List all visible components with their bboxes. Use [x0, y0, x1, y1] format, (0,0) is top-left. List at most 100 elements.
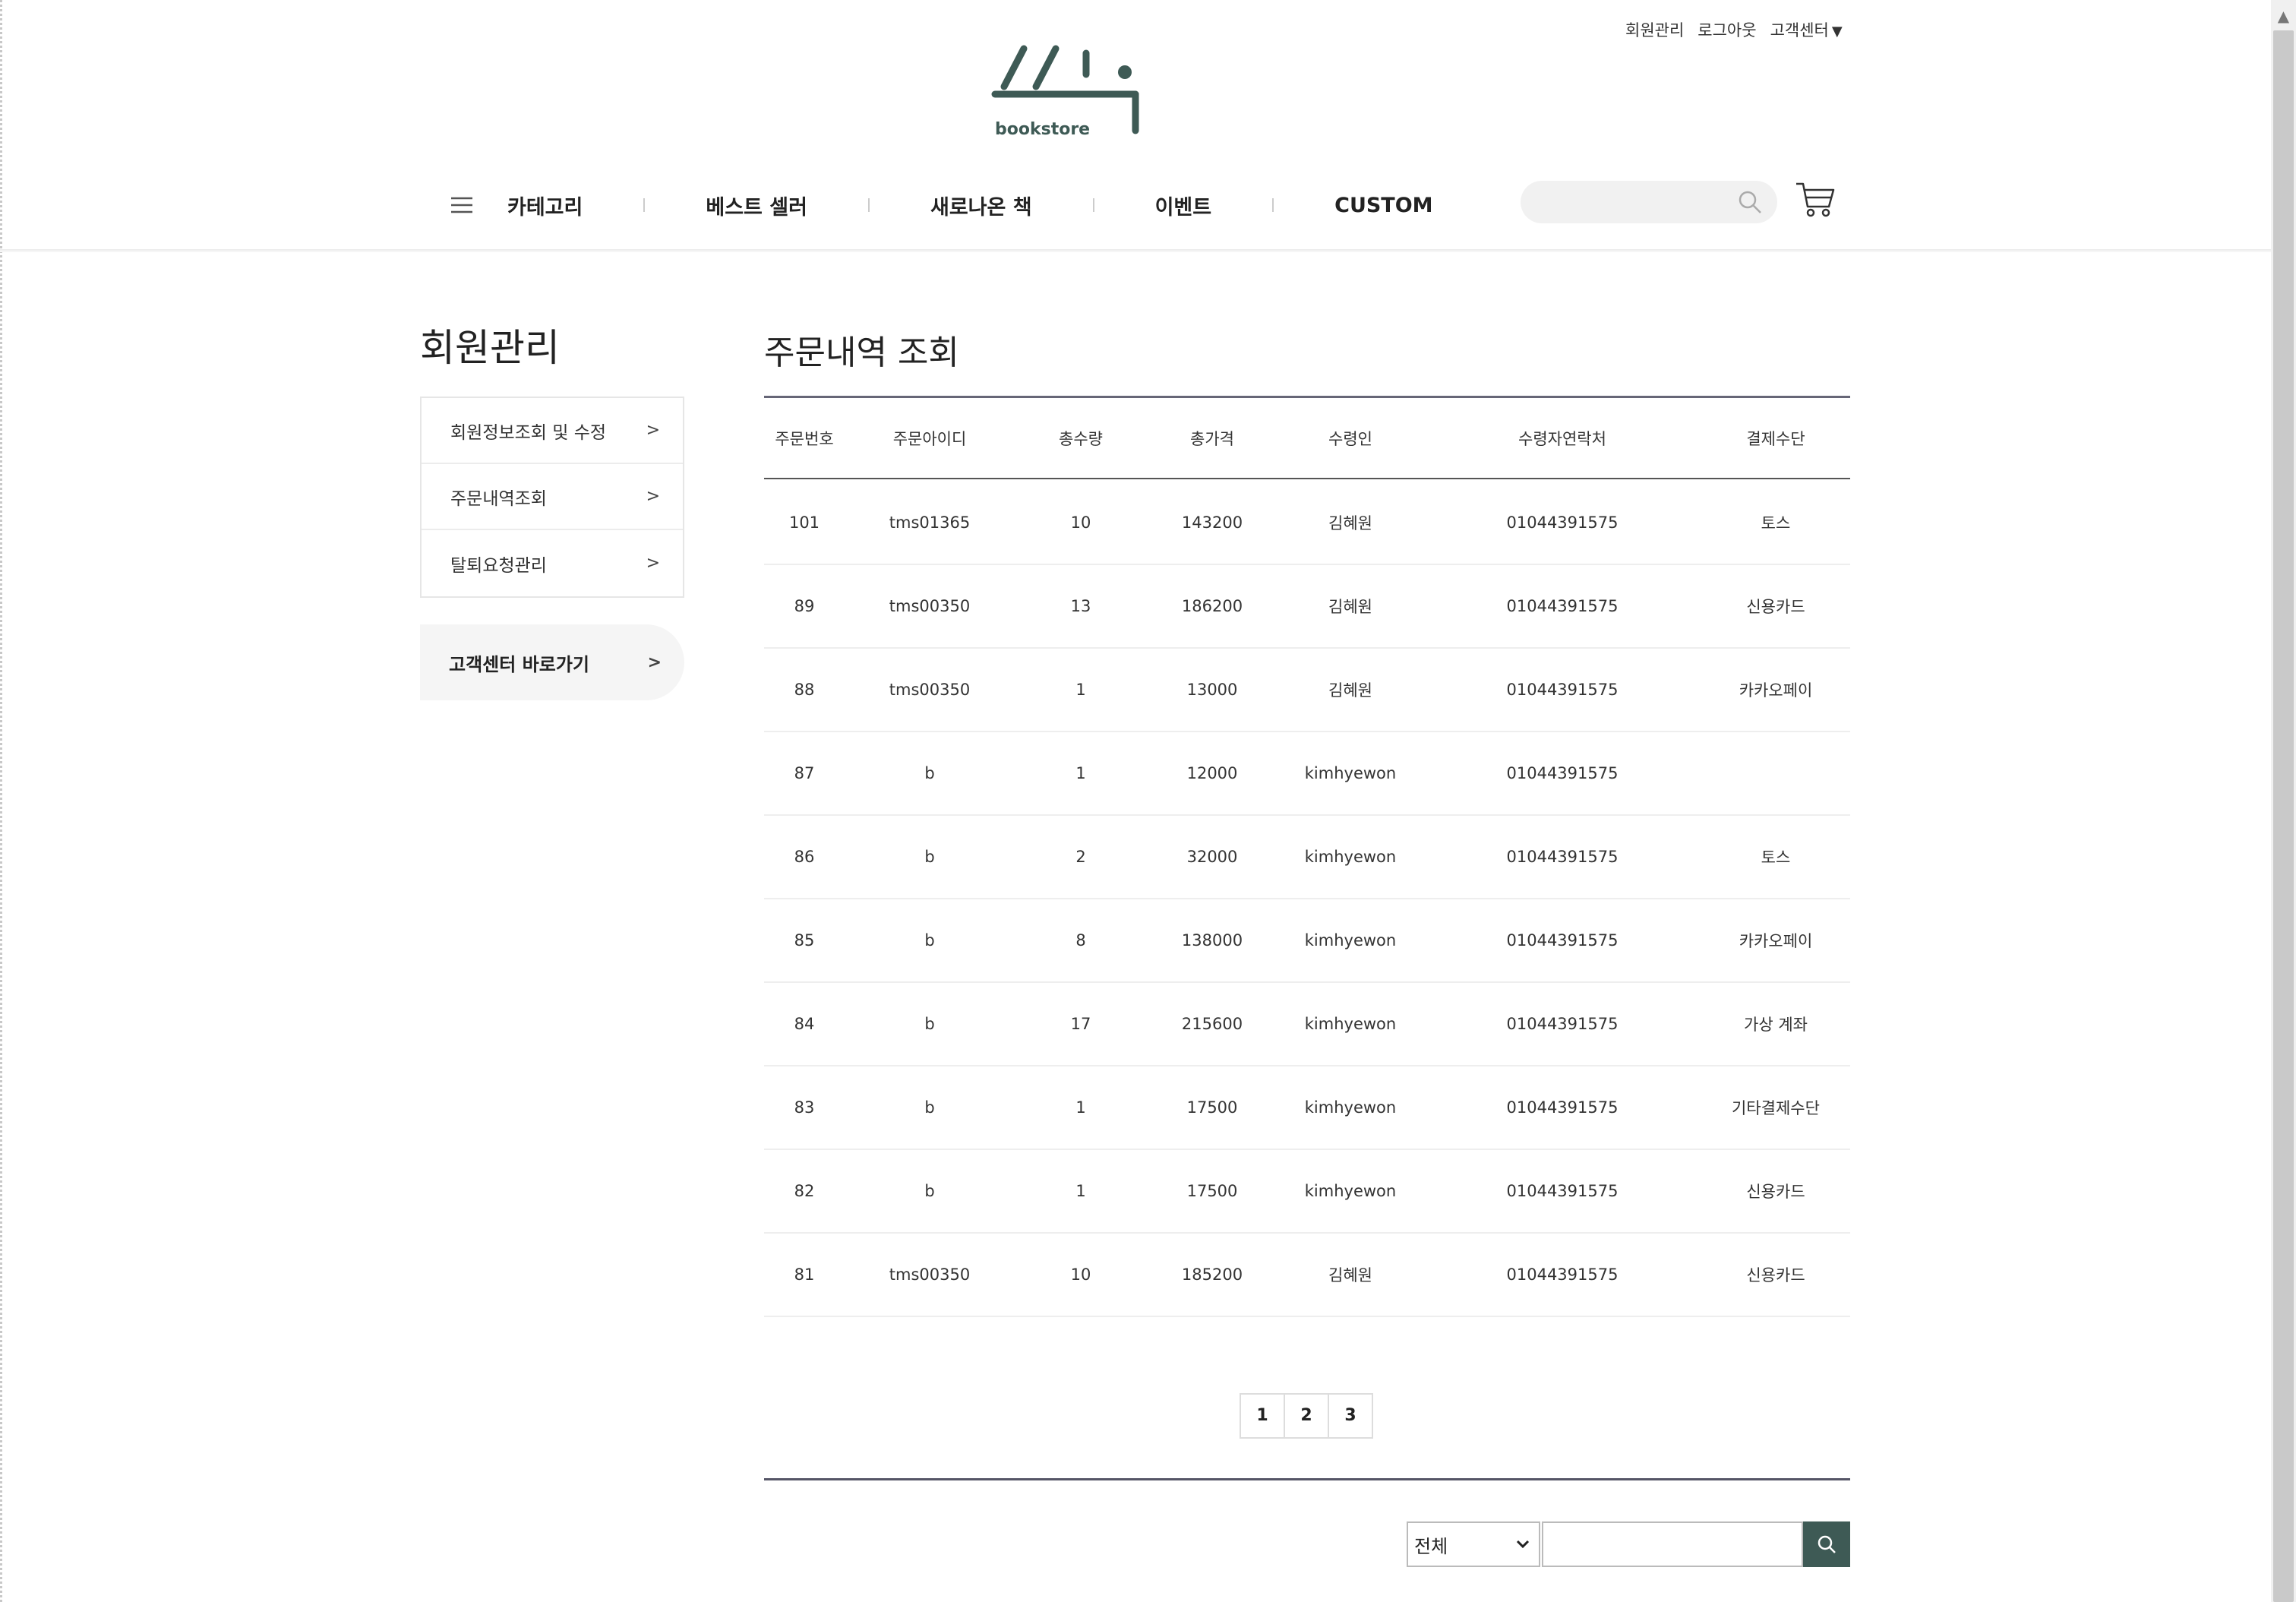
- table-row[interactable]: 82 b 1 17500 kimhyewon 01044391575 신용카드: [764, 1150, 1850, 1234]
- chevron-right-icon: >: [647, 652, 662, 672]
- table-row[interactable]: 88 tms00350 1 13000 김혜원 01044391575 카카오페…: [764, 649, 1850, 732]
- pagination: 1 2 3: [1240, 1393, 1373, 1439]
- recipient-phone: 01044391575: [1506, 1265, 1619, 1284]
- table-row[interactable]: 89 tms00350 13 186200 김혜원 01044391575 신용…: [764, 565, 1850, 649]
- recipient-phone: 01044391575: [1506, 513, 1619, 532]
- page-title: 주문내역 조회: [764, 333, 959, 372]
- page-button-3[interactable]: 3: [1329, 1395, 1372, 1437]
- order-number: 87: [794, 764, 815, 782]
- search-icon[interactable]: [1736, 188, 1764, 216]
- order-number: 81: [794, 1265, 815, 1284]
- table-row[interactable]: 87 b 1 12000 kimhyewon 01044391575: [764, 732, 1850, 816]
- hamburger-menu-icon[interactable]: [448, 194, 475, 216]
- table-row[interactable]: 84 b 17 215600 kimhyewon 01044391575 가상 …: [764, 983, 1850, 1066]
- payment-method: 기타결제수단: [1732, 1099, 1820, 1117]
- nav-event[interactable]: 이벤트: [1155, 191, 1212, 220]
- nav-category[interactable]: 카테고리: [507, 191, 583, 220]
- logo[interactable]: bookstore: [987, 39, 1147, 142]
- header-search-input[interactable]: [1521, 181, 1777, 223]
- order-id: tms00350: [889, 597, 971, 615]
- order-number: 85: [794, 931, 815, 950]
- scroll-up-arrow-icon[interactable]: ▲: [2271, 5, 2296, 27]
- payment-method: 신용카드: [1746, 1183, 1805, 1201]
- logout-link[interactable]: 로그아웃: [1698, 18, 1756, 41]
- total-quantity: 8: [1075, 931, 1086, 950]
- utility-links: 회원관리 로그아웃 고객센터 ▼: [1625, 17, 1843, 43]
- column-header: 수령자연락처: [1518, 429, 1606, 448]
- table-bottom-border: [764, 1478, 1850, 1480]
- total-price: 13000: [1186, 681, 1238, 699]
- customer-center-shortcut[interactable]: 고객센터 바로가기 >: [420, 624, 684, 700]
- search-icon: [1818, 1535, 1836, 1553]
- order-id: b: [924, 931, 935, 950]
- table-row[interactable]: 101 tms01365 10 143200 김혜원 01044391575 토…: [764, 482, 1850, 565]
- sidebar-menu: 회원정보조회 및 수정 > 주문내역조회 > 탈퇴요청관리 >: [420, 397, 684, 598]
- order-id: b: [924, 848, 935, 866]
- page-button-2[interactable]: 2: [1285, 1395, 1329, 1437]
- order-number: 82: [794, 1182, 815, 1200]
- recipient: 김혜원: [1328, 514, 1372, 532]
- total-quantity: 10: [1070, 1265, 1091, 1284]
- order-id: tms00350: [889, 1265, 971, 1284]
- cart-icon[interactable]: [1794, 179, 1836, 219]
- recipient-phone: 01044391575: [1506, 1182, 1619, 1200]
- customer-center-label: 고객센터: [1770, 21, 1829, 39]
- recipient-phone: 01044391575: [1506, 1015, 1619, 1033]
- page-button-1[interactable]: 1: [1241, 1395, 1285, 1437]
- chevron-right-icon: >: [646, 554, 660, 573]
- total-price: 12000: [1186, 764, 1238, 782]
- order-number: 83: [794, 1098, 815, 1117]
- order-search-input[interactable]: [1542, 1521, 1803, 1567]
- recipient-phone: 01044391575: [1506, 848, 1619, 866]
- recipient: kimhyewon: [1304, 1015, 1397, 1033]
- recipient: 김혜원: [1328, 681, 1372, 700]
- nav-bestseller[interactable]: 베스트 셀러: [706, 191, 807, 220]
- table-row[interactable]: 85 b 8 138000 kimhyewon 01044391575 카카오페…: [764, 899, 1850, 983]
- customer-center-link[interactable]: 고객센터 ▼: [1770, 18, 1843, 41]
- payment-method: 신용카드: [1746, 1266, 1805, 1284]
- payment-method: 가상 계좌: [1744, 1016, 1808, 1034]
- logo-text: bookstore: [995, 120, 1090, 139]
- customer-center-shortcut-label: 고객센터 바로가기: [449, 653, 589, 675]
- total-quantity: 13: [1070, 597, 1091, 615]
- member-admin-link[interactable]: 회원관리: [1625, 18, 1684, 41]
- main-nav: 카테고리 베스트 셀러 새로나온 책 이벤트 CUSTOM: [448, 175, 1433, 235]
- sidebar-title: 회원관리: [420, 326, 560, 370]
- column-header: 수령인: [1328, 429, 1372, 448]
- nav-new-books[interactable]: 새로나온 책: [930, 191, 1032, 220]
- caret-down-icon: ▼: [1831, 24, 1843, 39]
- total-price: 185200: [1181, 1265, 1243, 1284]
- page-scrollbar[interactable]: ▲: [2271, 0, 2296, 1602]
- order-search-button[interactable]: [1803, 1521, 1850, 1567]
- sidebar-item-withdrawal[interactable]: 탈퇴요청관리 >: [422, 530, 683, 596]
- logo-mark-icon: bookstore: [991, 45, 1139, 139]
- chevron-right-icon: >: [646, 421, 660, 440]
- order-id: tms00350: [889, 681, 971, 699]
- nav-custom[interactable]: CUSTOM: [1334, 194, 1432, 217]
- table-header: 주문번호 주문아이디 총수량 총가격 수령인 수령자연락처 결제수단: [764, 398, 1850, 479]
- order-id: b: [924, 1015, 935, 1033]
- recipient-phone: 01044391575: [1506, 681, 1619, 699]
- table-row[interactable]: 83 b 1 17500 kimhyewon 01044391575 기타결제수…: [764, 1066, 1850, 1150]
- total-price: 17500: [1186, 1182, 1238, 1200]
- sidebar-item-member-info[interactable]: 회원정보조회 및 수정 >: [422, 398, 683, 464]
- recipient-phone: 01044391575: [1506, 597, 1619, 615]
- recipient-phone: 01044391575: [1506, 1098, 1619, 1117]
- scrollbar-thumb[interactable]: [2273, 30, 2294, 1602]
- payment-method: 토스: [1761, 514, 1791, 532]
- order-id: b: [924, 1182, 935, 1200]
- recipient: 김혜원: [1328, 1266, 1372, 1284]
- order-number: 88: [794, 681, 815, 699]
- sidebar-item-label: 회원정보조회 및 수정: [450, 422, 607, 443]
- table-row[interactable]: 86 b 2 32000 kimhyewon 01044391575 토스: [764, 816, 1850, 899]
- recipient: kimhyewon: [1304, 848, 1397, 866]
- table-row[interactable]: 81 tms00350 10 185200 김혜원 01044391575 신용…: [764, 1234, 1850, 1317]
- total-quantity: 10: [1070, 513, 1091, 532]
- recipient: kimhyewon: [1304, 1182, 1397, 1200]
- order-id: b: [924, 1098, 935, 1117]
- total-price: 138000: [1181, 931, 1243, 950]
- sidebar-item-label: 주문내역조회: [450, 488, 547, 509]
- search-filter-value: 전체: [1414, 1535, 1448, 1557]
- search-filter-select[interactable]: 전체: [1407, 1521, 1540, 1567]
- sidebar-item-order-history[interactable]: 주문내역조회 >: [422, 464, 683, 530]
